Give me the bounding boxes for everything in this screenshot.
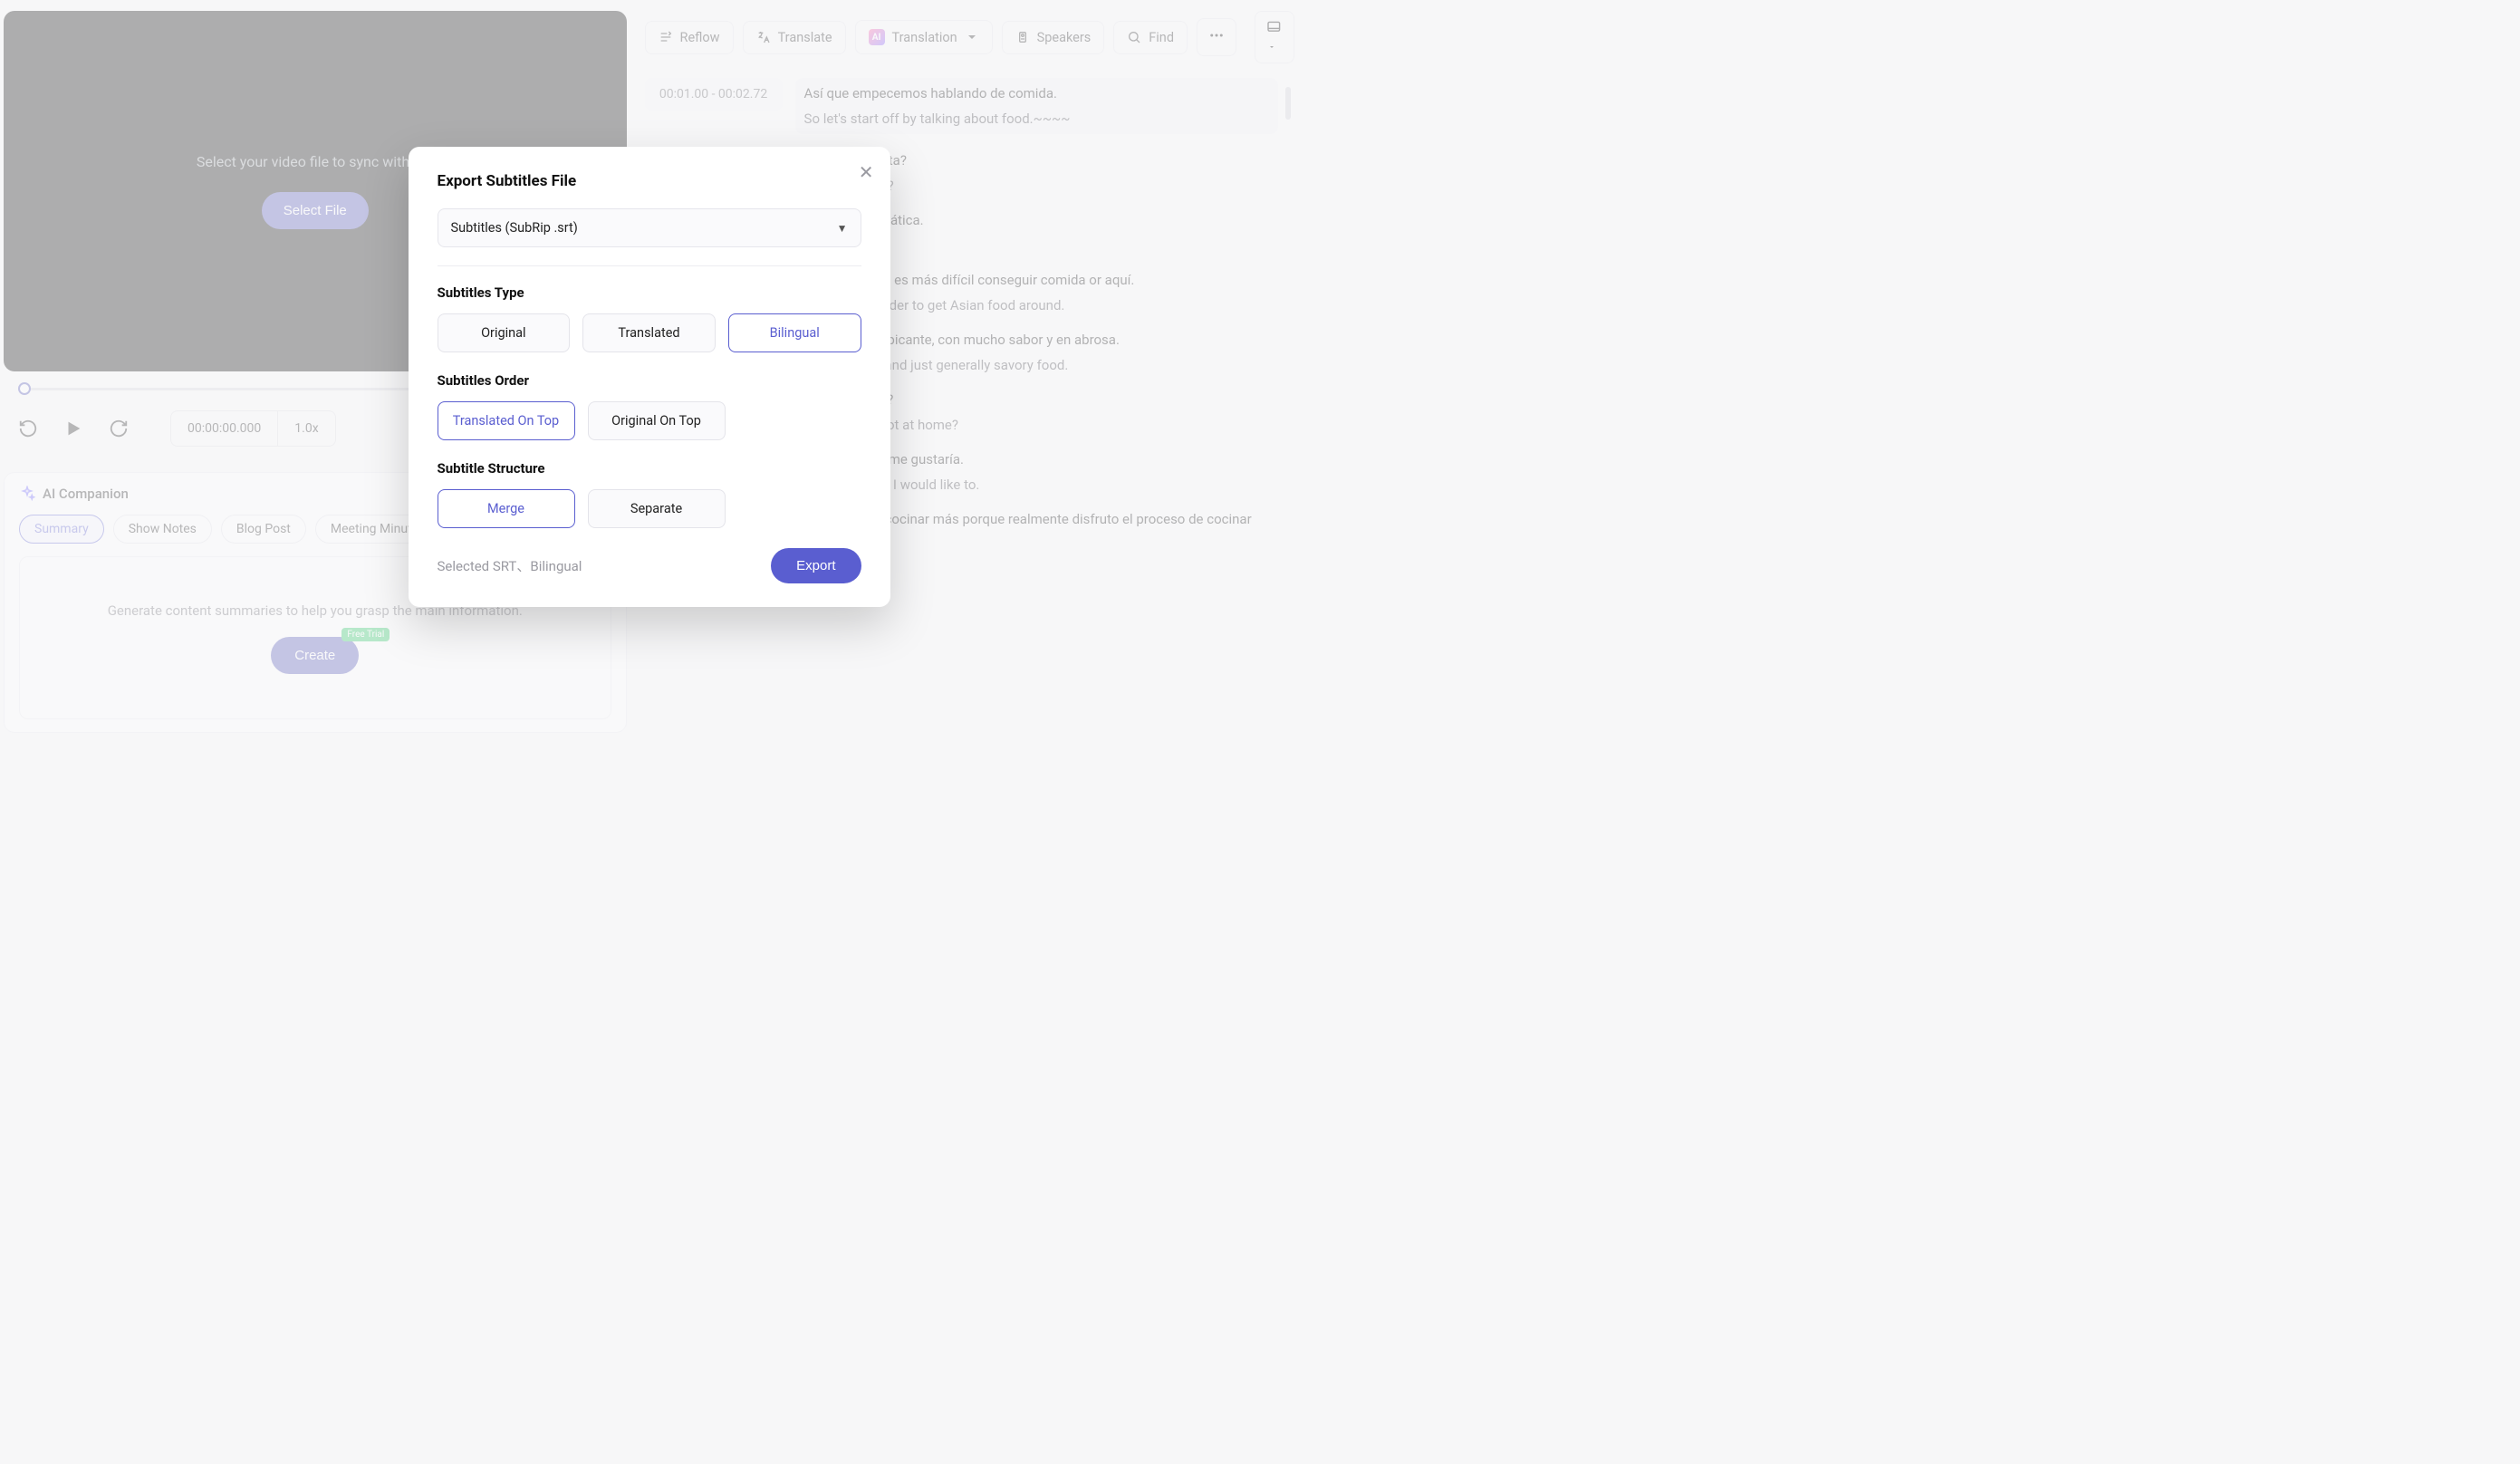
export-subtitles-modal: Export Subtitles File ✕ Subtitles (SubRi… — [409, 147, 890, 607]
subtitles-type-label: Subtitles Type — [438, 284, 861, 301]
selection-summary: Selected SRT、Bilingual — [438, 556, 582, 575]
divider — [438, 265, 861, 266]
format-select[interactable]: Subtitles (SubRip .srt) ▼ — [438, 208, 861, 247]
chevron-down-icon: ▼ — [837, 222, 848, 235]
type-option-bilingual[interactable]: Bilingual — [728, 313, 861, 352]
order-option-original-on-top[interactable]: Original On Top — [588, 401, 726, 440]
export-button[interactable]: Export — [771, 548, 861, 583]
modal-title: Export Subtitles File — [438, 172, 861, 190]
format-value: Subtitles (SubRip .srt) — [451, 220, 578, 236]
close-icon[interactable]: ✕ — [859, 163, 874, 181]
structure-option-separate[interactable]: Separate — [588, 489, 726, 528]
order-option-translated-on-top[interactable]: Translated On Top — [438, 401, 575, 440]
modal-overlay: Export Subtitles File ✕ Subtitles (SubRi… — [0, 0, 1298, 754]
subtitles-order-label: Subtitles Order — [438, 372, 861, 389]
type-option-original[interactable]: Original — [438, 313, 571, 352]
subtitle-structure-label: Subtitle Structure — [438, 460, 861, 477]
structure-option-merge[interactable]: Merge — [438, 489, 575, 528]
type-option-translated[interactable]: Translated — [582, 313, 716, 352]
